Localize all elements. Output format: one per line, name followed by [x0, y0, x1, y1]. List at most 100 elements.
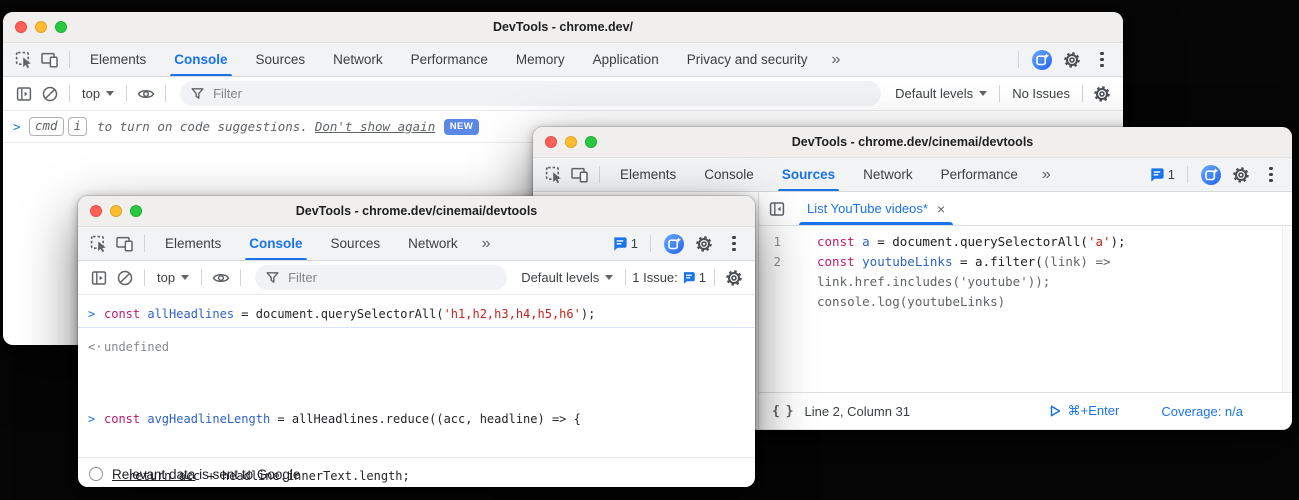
issues-status[interactable]: 1 Issue: 1 — [632, 270, 706, 285]
tab-memory[interactable]: Memory — [514, 43, 567, 76]
filter-input[interactable]: Filter — [180, 81, 881, 106]
live-expression-eye-icon[interactable] — [208, 266, 234, 290]
coverage-link[interactable]: Coverage: n/a — [1161, 404, 1243, 419]
tab-console[interactable]: Console — [172, 43, 229, 76]
issues-counter[interactable]: 1 — [611, 235, 638, 252]
context-selector[interactable]: top — [157, 270, 189, 285]
zoom-button[interactable] — [55, 21, 67, 33]
settings-gear-icon[interactable] — [1059, 48, 1085, 72]
relevant-data-link[interactable]: Relevant data — [112, 467, 195, 482]
tab-network[interactable]: Network — [406, 227, 460, 260]
tab-network[interactable]: Network — [861, 158, 915, 191]
console-sidebar-icon[interactable] — [86, 266, 112, 290]
inspect-element-icon[interactable] — [541, 163, 567, 187]
tab-sources[interactable]: Sources — [780, 158, 837, 191]
new-badge: NEW — [444, 119, 478, 135]
kebab-menu-icon[interactable] — [1089, 48, 1115, 72]
console-log[interactable]: >const allHeadlines = document.querySele… — [78, 295, 755, 457]
traffic-lights — [15, 12, 67, 42]
code-line: 2const youtubeLinks = a.filter((link) => — [759, 252, 1292, 272]
live-expression-eye-icon[interactable] — [133, 82, 159, 106]
pretty-print-icon[interactable]: { } — [772, 404, 792, 419]
more-tabs-chevron-icon[interactable]: » — [832, 51, 840, 69]
clear-console-icon[interactable] — [112, 266, 138, 290]
filter-funnel-icon — [265, 270, 280, 285]
console-result-entry: <·undefined — [78, 334, 755, 360]
console-settings-gear-icon[interactable] — [721, 266, 747, 290]
clear-console-icon[interactable] — [37, 82, 63, 106]
filter-placeholder: Filter — [288, 270, 317, 285]
scrollbar[interactable] — [1282, 226, 1292, 392]
divider — [625, 269, 626, 286]
hint-text: to turn on code suggestions. — [97, 119, 308, 134]
tab-privacy-security[interactable]: Privacy and security — [685, 43, 810, 76]
zoom-button[interactable] — [130, 205, 142, 217]
more-tabs-chevron-icon[interactable]: » — [482, 235, 490, 253]
console-input-entry: >const allHeadlines = document.querySele… — [78, 301, 755, 328]
log-levels-dropdown[interactable]: Default levels — [895, 86, 987, 101]
device-toolbar-icon[interactable] — [112, 232, 138, 256]
cmd-key: cmd — [29, 117, 64, 136]
divider — [201, 269, 202, 286]
tab-performance[interactable]: Performance — [409, 43, 490, 76]
log-levels-dropdown[interactable]: Default levels — [521, 270, 613, 285]
settings-gear-icon[interactable] — [691, 232, 717, 256]
kebab-menu-icon[interactable] — [1258, 163, 1284, 187]
issues-counter[interactable]: 1 — [1148, 166, 1175, 183]
ai-assistance-icon[interactable] — [1029, 48, 1055, 72]
tab-elements[interactable]: Elements — [163, 227, 223, 260]
divider — [650, 235, 651, 252]
console-settings-gear-icon[interactable] — [1089, 82, 1115, 106]
device-toolbar-icon[interactable] — [37, 48, 63, 72]
title-bar[interactable]: DevTools - chrome.dev/ — [3, 12, 1123, 43]
title-bar[interactable]: DevTools - chrome.dev/cinemai/devtools — [533, 127, 1292, 158]
divider — [144, 235, 145, 252]
close-button[interactable] — [15, 21, 27, 33]
ai-assistance-icon[interactable] — [1198, 163, 1224, 187]
info-circle-icon — [89, 467, 103, 481]
tab-sources[interactable]: Sources — [254, 43, 308, 76]
chevron-down-icon — [979, 91, 987, 96]
chevron-down-icon — [106, 91, 114, 96]
console-toolbar: top Filter Default levels No Issues — [3, 77, 1123, 111]
close-button[interactable] — [90, 205, 102, 217]
console-prompt: > — [13, 119, 29, 134]
tab-console[interactable]: Console — [702, 158, 756, 191]
tab-elements[interactable]: Elements — [618, 158, 678, 191]
tab-console[interactable]: Console — [247, 227, 304, 260]
minimize-button[interactable] — [110, 205, 122, 217]
tab-elements[interactable]: Elements — [88, 43, 148, 76]
minimize-button[interactable] — [565, 136, 577, 148]
issues-status[interactable]: No Issues — [1012, 86, 1070, 101]
filter-placeholder: Filter — [213, 86, 242, 101]
code-editor[interactable]: 1const a = document.querySelectorAll('a'… — [759, 226, 1292, 392]
code-line: console.log(youtubeLinks) — [759, 292, 1292, 312]
divider — [1018, 51, 1019, 68]
navigator-toggle-icon[interactable] — [759, 192, 795, 225]
minimize-button[interactable] — [35, 21, 47, 33]
close-button[interactable] — [545, 136, 557, 148]
title-bar[interactable]: DevTools - chrome.dev/cinemai/devtools — [78, 196, 755, 227]
divider — [1082, 85, 1083, 102]
tab-performance[interactable]: Performance — [939, 158, 1020, 191]
settings-gear-icon[interactable] — [1228, 163, 1254, 187]
inspect-element-icon[interactable] — [86, 232, 112, 256]
context-selector[interactable]: top — [82, 86, 114, 101]
ai-assistance-icon[interactable] — [661, 232, 687, 256]
tab-sources[interactable]: Sources — [329, 227, 383, 260]
tab-application[interactable]: Application — [591, 43, 661, 76]
dont-show-again-link[interactable]: Don't show again — [315, 119, 435, 134]
close-icon[interactable]: × — [937, 202, 945, 216]
file-tab-snippet[interactable]: List YouTube videos* × — [795, 192, 957, 225]
tab-network[interactable]: Network — [331, 43, 385, 76]
zoom-button[interactable] — [585, 136, 597, 148]
divider — [714, 269, 715, 286]
run-snippet-button[interactable]: ⌘+Enter — [1050, 403, 1120, 419]
device-toolbar-icon[interactable] — [567, 163, 593, 187]
window-title: DevTools - chrome.dev/cinemai/devtools — [296, 204, 538, 218]
filter-input[interactable]: Filter — [255, 265, 507, 290]
inspect-element-icon[interactable] — [11, 48, 37, 72]
console-sidebar-icon[interactable] — [11, 82, 37, 106]
more-tabs-chevron-icon[interactable]: » — [1042, 166, 1050, 184]
kebab-menu-icon[interactable] — [721, 232, 747, 256]
